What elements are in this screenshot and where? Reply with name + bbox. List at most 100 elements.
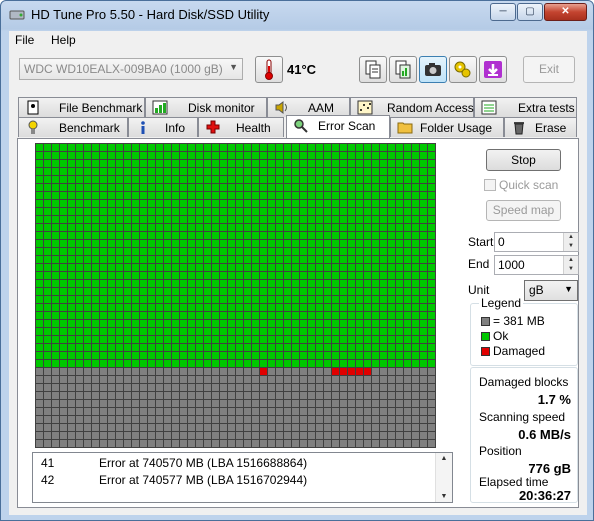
- title-bar[interactable]: HD Tune Pro 5.50 - Hard Disk/SSD Utility…: [1, 1, 593, 29]
- ok-block: [100, 360, 107, 367]
- ok-block: [428, 352, 435, 359]
- untested-block: [212, 376, 219, 383]
- ok-block: [244, 272, 251, 279]
- tab-random-access[interactable]: Random Access: [350, 97, 474, 117]
- save-button[interactable]: [479, 56, 507, 83]
- ok-block: [76, 256, 83, 263]
- drive-dropdown[interactable]: WDC WD10EALX-009BA0 (1000 gB) ▼: [19, 58, 243, 80]
- ok-block: [396, 264, 403, 271]
- ok-block: [220, 320, 227, 327]
- ok-block: [164, 160, 171, 167]
- ok-block: [348, 160, 355, 167]
- ok-block: [284, 264, 291, 271]
- thermometer-button[interactable]: [255, 56, 283, 83]
- maximize-button[interactable]: ▢: [517, 3, 543, 21]
- ok-block: [356, 216, 363, 223]
- ok-block: [36, 208, 43, 215]
- ok-block: [172, 256, 179, 263]
- options-button[interactable]: [449, 56, 477, 83]
- untested-block: [276, 400, 283, 407]
- speed-map-button[interactable]: Speed map: [486, 200, 561, 221]
- unit-dropdown[interactable]: gB ▼: [524, 280, 578, 301]
- ok-block: [116, 352, 123, 359]
- ok-block: [396, 320, 403, 327]
- ok-block: [428, 312, 435, 319]
- untested-swatch: [481, 317, 490, 326]
- tab-error-scan[interactable]: Error Scan: [286, 115, 390, 138]
- minimize-button[interactable]: ─: [490, 3, 516, 21]
- tab-health[interactable]: Health: [198, 117, 284, 137]
- untested-block: [44, 440, 51, 447]
- ok-block: [300, 200, 307, 207]
- copy-text-button[interactable]: [359, 56, 387, 83]
- quick-scan-checkbox[interactable]: Quick scan: [484, 178, 558, 192]
- menu-help[interactable]: Help: [51, 33, 76, 47]
- ok-block: [380, 184, 387, 191]
- log-scrollbar[interactable]: ▲ ▼: [435, 453, 452, 502]
- ok-block: [180, 352, 187, 359]
- ok-block: [100, 184, 107, 191]
- ok-block: [44, 240, 51, 247]
- checkbox-box[interactable]: [484, 179, 496, 191]
- ok-block: [84, 176, 91, 183]
- ok-block: [100, 152, 107, 159]
- close-button[interactable]: ✕: [544, 3, 587, 21]
- ok-block: [148, 344, 155, 351]
- untested-block: [180, 376, 187, 383]
- untested-block: [220, 432, 227, 439]
- tab-benchmark[interactable]: Benchmark: [18, 117, 128, 137]
- ok-block: [180, 248, 187, 255]
- untested-block: [196, 400, 203, 407]
- exit-button[interactable]: Exit: [523, 56, 575, 83]
- untested-block: [244, 384, 251, 391]
- error-log-list[interactable]: 41 Error at 740570 MB (LBA 1516688864) 4…: [32, 452, 453, 503]
- end-input[interactable]: 1000 ▲ ▼: [494, 255, 579, 275]
- scan-controls: Stop Quick scan Speed map Start 0 ▲ ▼ End…: [464, 139, 580, 509]
- untested-block: [332, 416, 339, 423]
- ok-block: [372, 256, 379, 263]
- log-row[interactable]: 42 Error at 740577 MB (LBA 1516702944): [33, 473, 433, 489]
- ok-block: [332, 360, 339, 367]
- ok-block: [252, 248, 259, 255]
- untested-block: [324, 408, 331, 415]
- ok-block: [212, 192, 219, 199]
- tab-erase[interactable]: Erase: [504, 117, 577, 137]
- ok-block: [36, 320, 43, 327]
- ok-block: [316, 160, 323, 167]
- ok-block: [268, 344, 275, 351]
- end-spinner[interactable]: ▲ ▼: [563, 256, 578, 274]
- ok-block: [380, 248, 387, 255]
- untested-block: [236, 376, 243, 383]
- start-spinner[interactable]: ▲ ▼: [563, 233, 578, 251]
- ok-block: [164, 304, 171, 311]
- ok-block: [268, 352, 275, 359]
- copy-text-icon: [365, 60, 381, 79]
- menu-file[interactable]: File: [15, 33, 34, 47]
- ok-block: [420, 336, 427, 343]
- ok-block: [316, 184, 323, 191]
- log-row[interactable]: 41 Error at 740570 MB (LBA 1516688864): [33, 456, 433, 472]
- copy-chart-button[interactable]: [389, 56, 417, 83]
- screenshot-button[interactable]: [419, 56, 447, 83]
- untested-block: [332, 384, 339, 391]
- tab-file-benchmark[interactable]: File Benchmark: [18, 97, 145, 117]
- untested-block: [76, 416, 83, 423]
- scroll-down-icon[interactable]: ▼: [436, 493, 452, 500]
- ok-block: [380, 208, 387, 215]
- start-input[interactable]: 0 ▲ ▼: [494, 232, 579, 252]
- stop-button[interactable]: Stop: [486, 149, 561, 171]
- ok-block: [204, 224, 211, 231]
- ok-block: [60, 168, 67, 175]
- tab-extra-tests[interactable]: Extra tests: [474, 97, 577, 117]
- tab-disk-monitor[interactable]: Disk monitor: [145, 97, 267, 117]
- tab-aam[interactable]: AAM: [267, 97, 350, 117]
- ok-block: [372, 224, 379, 231]
- tab-folder-usage[interactable]: Folder Usage: [390, 117, 504, 137]
- untested-block: [76, 376, 83, 383]
- scroll-up-icon[interactable]: ▲: [436, 455, 452, 462]
- ok-block: [116, 344, 123, 351]
- untested-block: [244, 432, 251, 439]
- ok-block: [308, 336, 315, 343]
- untested-block: [380, 368, 387, 375]
- tab-info[interactable]: Info: [128, 117, 198, 137]
